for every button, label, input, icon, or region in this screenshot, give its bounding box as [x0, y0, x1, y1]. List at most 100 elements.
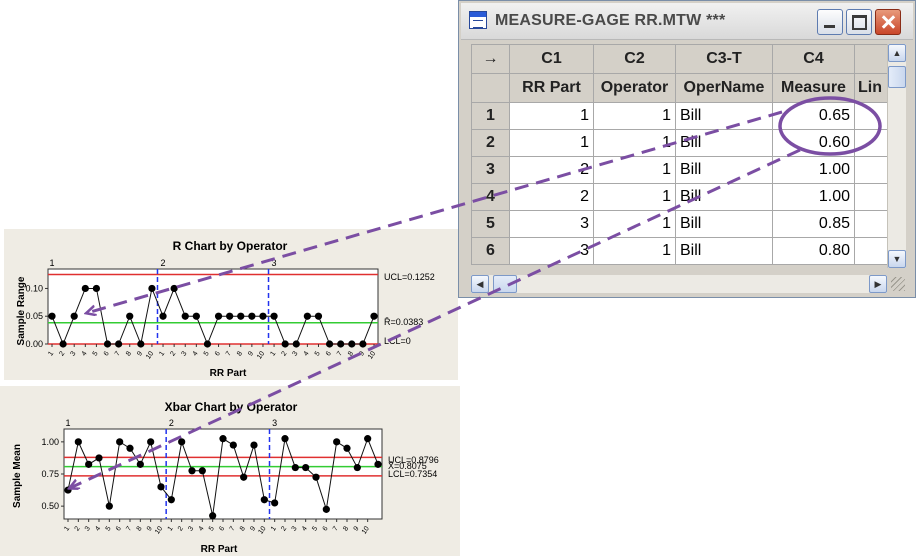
xbar-chart-data-point [116, 438, 124, 446]
cell-empty[interactable] [854, 183, 888, 211]
column-id-c1[interactable]: C1 [509, 44, 594, 74]
scroll-down-icon[interactable]: ▼ [888, 250, 906, 268]
horizontal-scrollbar[interactable]: ◀ ▶ [471, 275, 887, 293]
cell-operator[interactable]: 1 [593, 102, 676, 130]
data-direction-arrow-icon[interactable]: → [471, 44, 510, 74]
xbar-chart-x-tick-label: 6 [115, 525, 123, 532]
cell-empty[interactable] [854, 210, 888, 238]
xbar-chart-data-point [147, 438, 155, 446]
xbar-chart-x-tick-label: 6 [218, 525, 226, 532]
xbar-chart-data-point [302, 463, 310, 472]
r-chart-y-tick-label: 0.05 [25, 311, 43, 321]
r-chart-data-point [48, 312, 56, 320]
r-chart-title: R Chart by Operator [173, 239, 288, 253]
vertical-scrollbar[interactable]: ▲ ▼ [887, 44, 906, 268]
cell-opername[interactable]: Bill [675, 156, 773, 184]
cell-operator[interactable]: 1 [593, 156, 676, 184]
cell-opername[interactable]: Bill [675, 210, 773, 238]
scroll-thumb[interactable] [888, 66, 906, 88]
xbar-chart-x-tick-label: 3 [187, 525, 195, 532]
r-chart-x-tick-label: 7 [336, 350, 344, 357]
xbar-chart-y-tick-label: 0.75 [41, 469, 59, 479]
row-number[interactable]: 6 [471, 237, 510, 265]
column-name-lin[interactable]: Lin [854, 73, 888, 103]
cell-operator[interactable]: 1 [593, 237, 676, 265]
r-chart-data-point [70, 312, 78, 320]
column-name-rr-part[interactable]: RR Part [509, 73, 594, 103]
cell-opername[interactable]: Bill [675, 129, 773, 157]
r-chart-x-tick-label: 1 [47, 350, 55, 357]
r-chart-x-tick-label: 6 [214, 350, 222, 357]
cell-empty[interactable] [854, 156, 888, 184]
r-chart-data-point [259, 312, 267, 320]
r-chart-y-tick-label: 0.10 [25, 283, 43, 293]
xbar-chart-x-tick-label: 6 [322, 525, 330, 532]
r-chart-x-tick-label: 9 [247, 350, 255, 357]
xbar-chart-data-point [198, 467, 206, 475]
cell-opername[interactable]: Bill [675, 237, 773, 265]
xbar-chart-x-tick-label: 9 [146, 525, 154, 532]
xbar-chart-data-point [291, 463, 299, 472]
xbar-chart-x-tick-label: 9 [353, 525, 361, 532]
xbar-chart-data-point [281, 435, 289, 443]
scroll-up-icon[interactable]: ▲ [888, 44, 906, 62]
r-chart-data-point [170, 284, 178, 293]
cell-operator[interactable]: 1 [593, 210, 676, 238]
cell-measure[interactable]: 0.65 [772, 102, 855, 130]
cell-opername[interactable]: Bill [675, 183, 773, 211]
cell-operator[interactable]: 1 [593, 129, 676, 157]
cell-rr-part[interactable]: 2 [509, 183, 594, 211]
row-number[interactable]: 2 [471, 129, 510, 157]
cell-rr-part[interactable]: 2 [509, 156, 594, 184]
xbar-chart-data-point [126, 444, 134, 452]
cell-rr-part[interactable]: 3 [509, 237, 594, 265]
cell-measure[interactable]: 1.00 [772, 183, 855, 211]
xbar-chart-operator-label: 2 [169, 418, 174, 428]
cell-empty[interactable] [854, 102, 888, 130]
column-id-c3[interactable]: C3-T [675, 44, 773, 74]
r-chart-data-point [325, 340, 334, 348]
cell-rr-part[interactable]: 1 [509, 129, 594, 157]
column-name-opername[interactable]: OperName [675, 73, 773, 103]
cell-measure[interactable]: 0.80 [772, 237, 855, 265]
column-name-measure[interactable]: Measure [772, 73, 855, 103]
xbar-chart-data-point [271, 499, 279, 507]
r-chart-x-tick-label: 10 [145, 350, 155, 360]
cell-measure[interactable]: 0.60 [772, 129, 855, 157]
cell-empty[interactable] [854, 129, 888, 157]
row-number[interactable]: 4 [471, 183, 510, 211]
minimize-icon[interactable] [817, 9, 843, 35]
title-bar[interactable]: MEASURE-GAGE RR.MTW *** [461, 3, 913, 40]
cell-measure[interactable]: 0.85 [772, 210, 855, 238]
scroll-right-icon[interactable]: ▶ [869, 275, 887, 293]
maximize-icon[interactable] [846, 9, 872, 35]
xbar-chart-data-point [167, 496, 175, 504]
close-icon[interactable] [875, 9, 901, 35]
resize-grip-icon[interactable] [891, 277, 905, 291]
column-id-c2[interactable]: C2 [593, 44, 676, 74]
r-chart-data-point [192, 312, 200, 320]
r-chart-x-tick-label: 8 [347, 350, 355, 357]
cell-empty[interactable] [854, 237, 888, 265]
cell-opername[interactable]: Bill [675, 102, 773, 130]
cell-measure[interactable]: 1.00 [772, 156, 855, 184]
column-id-c5[interactable] [854, 44, 888, 74]
cell-rr-part[interactable]: 3 [509, 210, 594, 238]
header-corner [471, 73, 510, 103]
row-number[interactable]: 1 [471, 102, 510, 130]
column-id-c4[interactable]: C4 [772, 44, 855, 74]
column-name-operator[interactable]: Operator [593, 73, 676, 103]
r-chart-x-tick-label: 9 [358, 350, 366, 357]
row-number[interactable]: 3 [471, 156, 510, 184]
r-chart-x-tick-label: 2 [169, 350, 177, 357]
xbar-chart-data-point [333, 438, 341, 446]
xbar-chart-data-point [74, 438, 82, 446]
r-chart-data-point [370, 312, 378, 320]
r-chart-operator-label: 3 [272, 258, 277, 268]
cell-rr-part[interactable]: 1 [509, 102, 594, 130]
horizontal-scroll-thumb[interactable] [493, 275, 517, 293]
cell-operator[interactable]: 1 [593, 183, 676, 211]
row-number[interactable]: 5 [471, 210, 510, 238]
scroll-left-icon[interactable]: ◀ [471, 275, 489, 293]
xbar-chart-data-point [374, 460, 382, 468]
